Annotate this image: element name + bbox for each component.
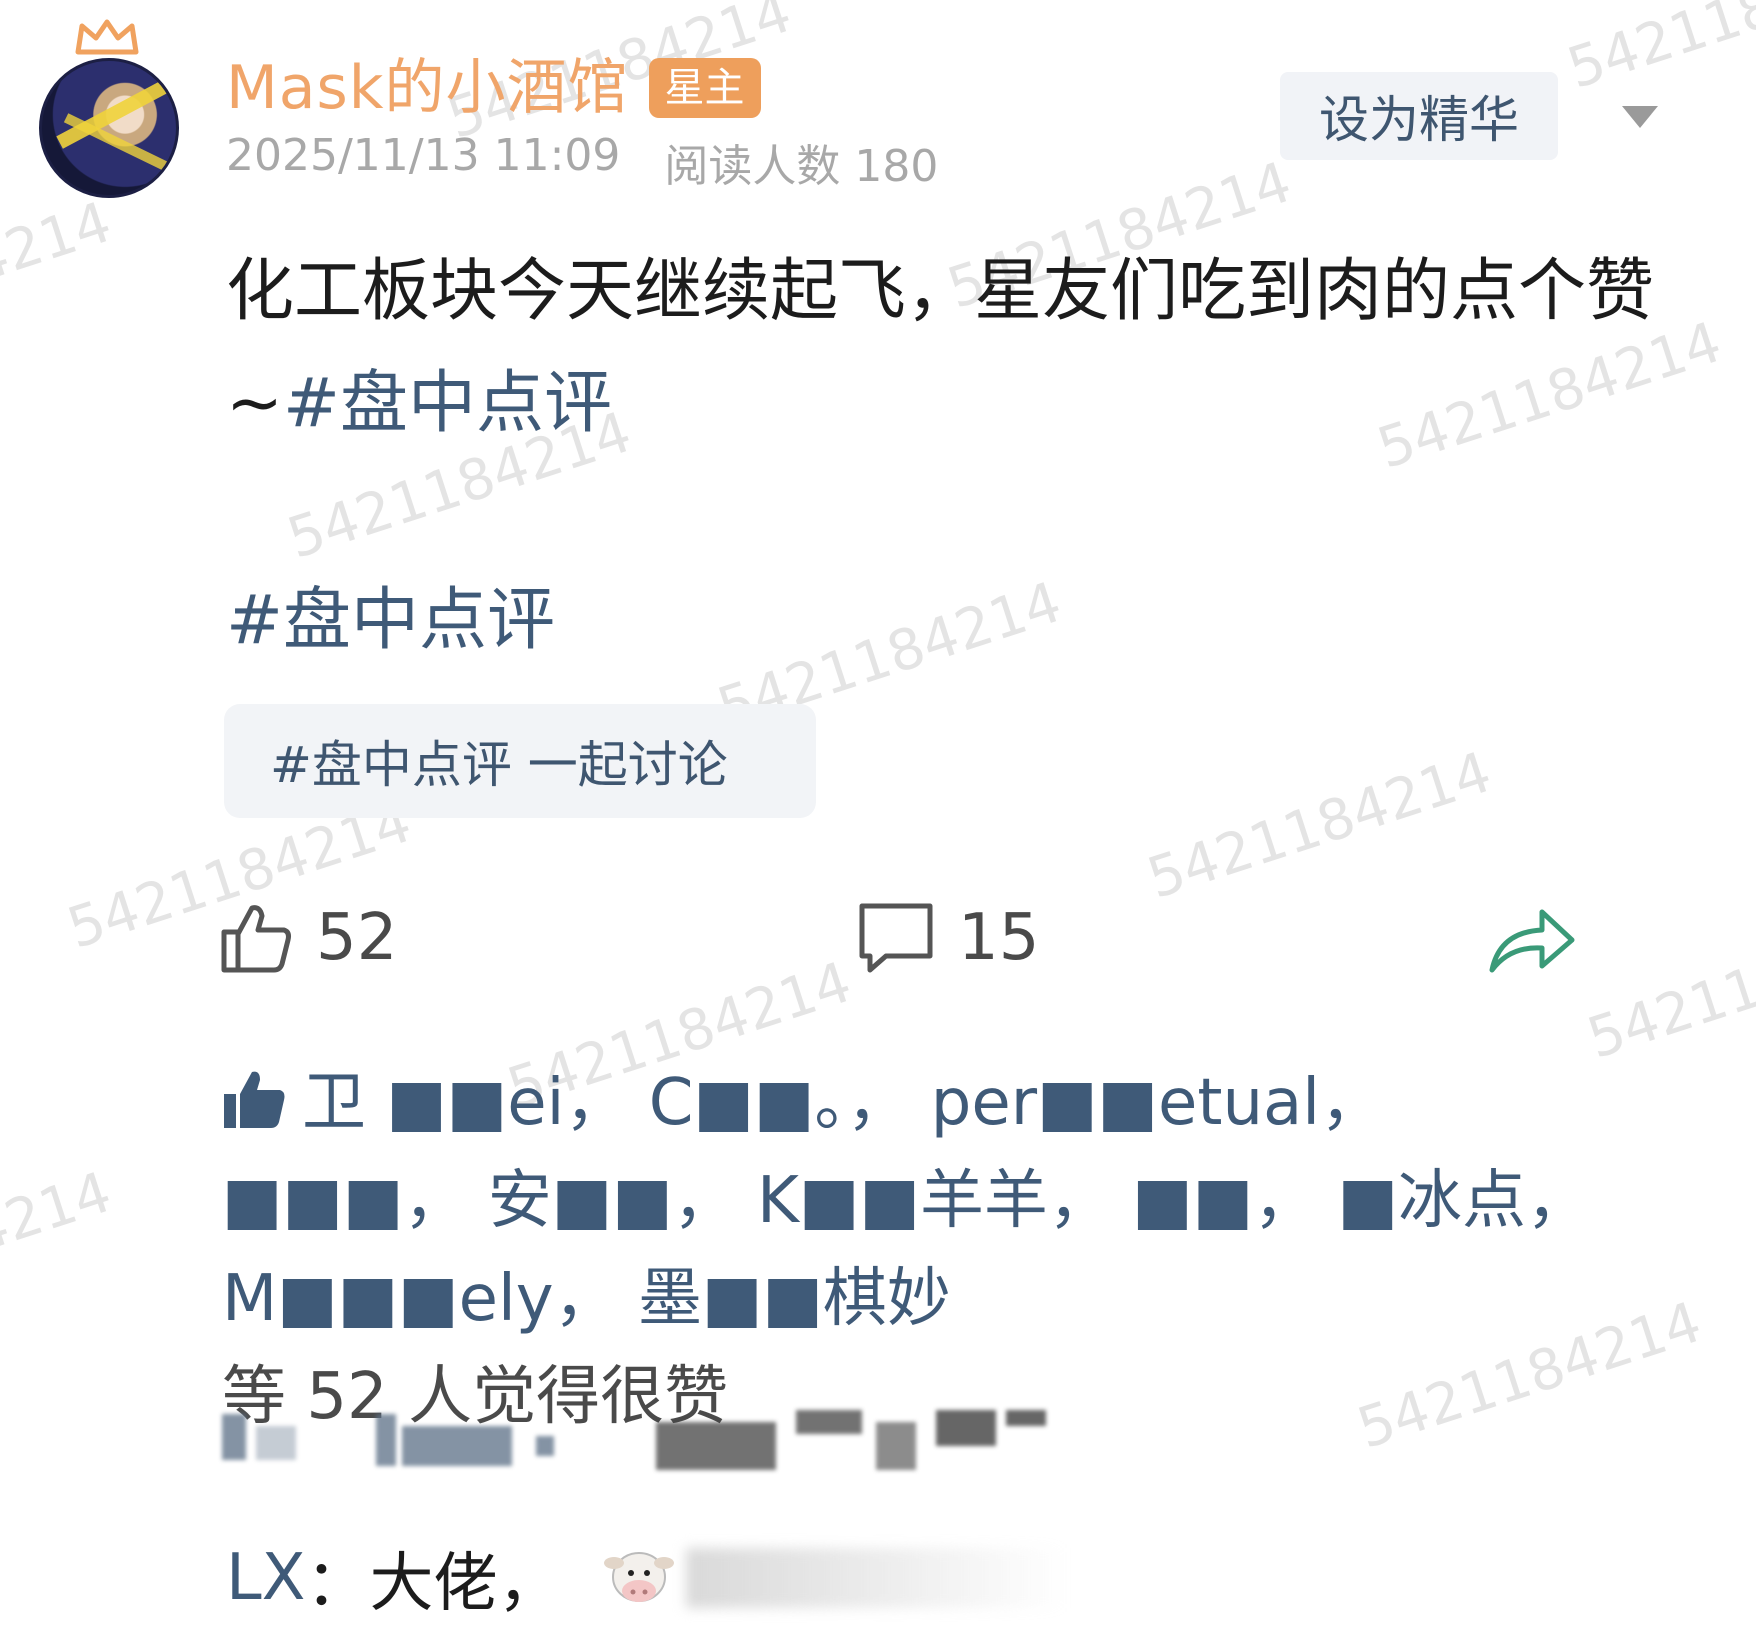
separator: ，	[1320, 1066, 1385, 1140]
watermark: 5421184214	[1560, 0, 1756, 102]
separator: ，	[1253, 1164, 1318, 1238]
comment-overflow-fade	[685, 1548, 1066, 1608]
separator: ，	[1047, 1164, 1112, 1238]
like-button[interactable]: 52	[218, 900, 397, 976]
liker-name[interactable]: M■■■ely	[222, 1262, 554, 1336]
author-avatar[interactable]	[36, 18, 186, 198]
topic-chip-label: #盘中点评 一起讨论	[270, 736, 728, 794]
separator: ，	[553, 1262, 618, 1336]
set-essence-button[interactable]: 设为精华	[1280, 72, 1558, 160]
liker-name[interactable]: 卫 ■■ei	[302, 1066, 564, 1140]
liker-name[interactable]: 安■■	[488, 1164, 673, 1238]
separator: ，	[564, 1066, 629, 1140]
topic-discussion-chip[interactable]: #盘中点评 一起讨论	[224, 704, 816, 818]
cow-emoji-icon	[603, 1552, 674, 1602]
author-header: Mask的小酒馆 星主	[226, 52, 761, 124]
separator: ，	[403, 1164, 468, 1238]
action-bar: 52 15	[0, 890, 1756, 990]
post-timestamp: 2025/11/13 11:09	[226, 130, 621, 181]
post-text: 化工板块今天继续起飞，星友们吃到肉的点个赞 ~#盘中点评	[226, 236, 1666, 460]
watermark: 5421184214	[1140, 739, 1499, 912]
comment-author[interactable]: LX	[226, 1541, 306, 1615]
comment-preview[interactable]: LX：大佬，	[226, 1532, 1066, 1624]
post-meta: 2025/11/13 11:09 阅读人数 180	[226, 130, 938, 194]
like-count: 52	[316, 901, 398, 975]
liker-name[interactable]: ■■	[1132, 1164, 1253, 1238]
comment-text: 大佬，	[369, 1547, 562, 1621]
likers-list: 卫 ■■ei， C■■。， per■■etual， ■■■， 安■■， K■■羊…	[222, 1054, 1622, 1446]
author-name[interactable]: Mask的小酒馆	[226, 52, 629, 124]
thumbs-up-filled-icon	[224, 1071, 285, 1128]
role-badge: 星主	[648, 58, 761, 118]
separator: ，	[846, 1066, 911, 1140]
chevron-down-icon[interactable]	[1620, 104, 1660, 130]
watermark: 5421184214	[0, 1159, 119, 1332]
comment-bubble-icon	[859, 903, 933, 973]
separator: ，	[672, 1164, 737, 1238]
read-count: 阅读人数 180	[664, 141, 939, 192]
liker-name[interactable]: 墨■■棋妙	[638, 1262, 951, 1336]
liker-name[interactable]: ■■■	[222, 1164, 403, 1238]
separator: ，	[1526, 1164, 1591, 1238]
liker-name[interactable]: C■■。	[649, 1066, 847, 1140]
comment-button[interactable]: 15	[856, 900, 1039, 976]
redacted-comment	[216, 1396, 1146, 1476]
liker-name[interactable]: per■■etual	[931, 1066, 1320, 1140]
crown-icon	[75, 19, 139, 55]
liker-name[interactable]: ■冰点	[1338, 1164, 1526, 1238]
liker-name[interactable]: K■■羊羊	[757, 1164, 1048, 1238]
inline-hashtag-link[interactable]: #盘中点评	[283, 364, 612, 443]
avatar	[39, 58, 179, 198]
share-button[interactable]	[1486, 902, 1578, 978]
comment-count: 15	[958, 901, 1040, 975]
topic-hashtag-link[interactable]: #盘中点评	[226, 564, 555, 663]
thumbs-up-outline-icon	[221, 905, 291, 973]
share-arrow-icon	[1489, 909, 1575, 973]
comment-colon: ：	[305, 1547, 370, 1621]
watermark: 5421184214	[0, 189, 119, 362]
